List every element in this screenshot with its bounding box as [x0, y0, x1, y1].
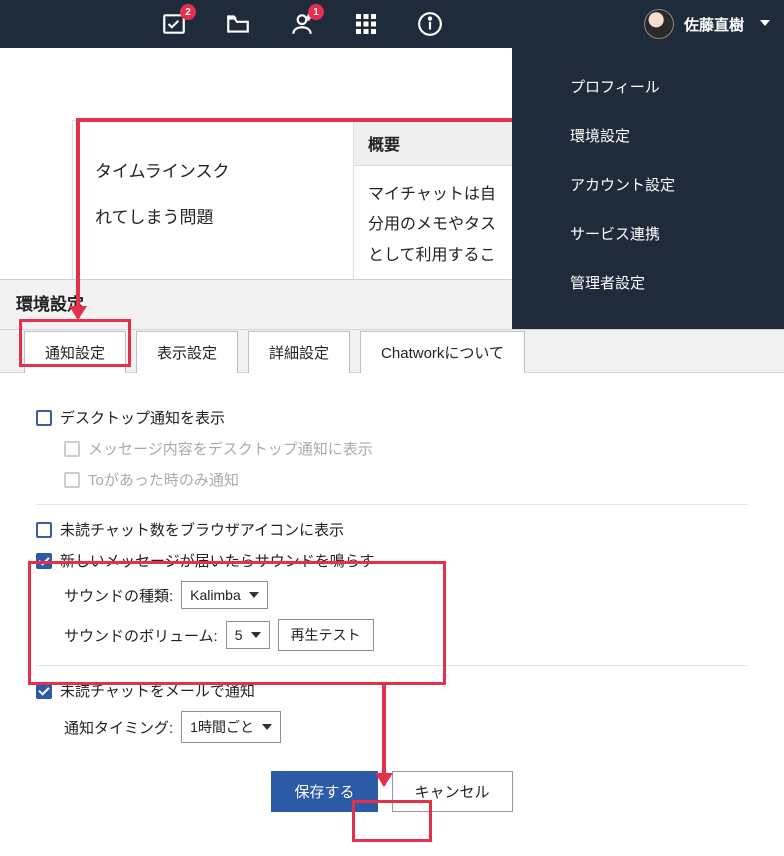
user-dropdown: プロフィール 環境設定 アカウント設定 サービス連携 管理者設定 [512, 48, 784, 329]
tasks-badge: 2 [180, 4, 196, 20]
menu-profile[interactable]: プロフィール [512, 62, 784, 111]
email-timing-row: 通知タイミング: 1時間ごと [64, 711, 748, 743]
dialog-tabs: 通知設定 表示設定 詳細設定 Chatworkについて [0, 330, 784, 373]
separator [36, 665, 748, 666]
checkbox-browser-badge[interactable] [36, 522, 52, 538]
opt-email-row[interactable]: 未読チャットをメールで通知 [36, 680, 748, 701]
info-icon[interactable] [416, 10, 444, 38]
opt-desktop-sub2-label: Toがあった時のみ通知 [88, 469, 239, 490]
contact-badge: 1 [308, 4, 324, 20]
sound-type-row: サウンドの種類: Kalimba [64, 581, 748, 609]
app-header: 2 1 佐藤直樹 プロフィール 環境設定 アカウント設定 サービス連携 管理者設… [0, 0, 784, 48]
opt-desktop-sub1-label: メッセージ内容をデスクトップ通知に表示 [88, 438, 373, 459]
apps-grid-icon[interactable] [352, 10, 380, 38]
play-test-button[interactable]: 再生テスト [278, 619, 374, 651]
email-timing-label: 通知タイミング: [64, 717, 173, 738]
tab-about[interactable]: Chatworkについて [360, 331, 525, 373]
checkbox-email[interactable] [36, 683, 52, 699]
add-contact-icon[interactable]: 1 [288, 10, 316, 38]
separator [36, 504, 748, 505]
tab-advanced[interactable]: 詳細設定 [248, 331, 350, 373]
sound-type-label: サウンドの種類: [64, 585, 173, 606]
menu-preferences[interactable]: 環境設定 [512, 111, 784, 160]
opt-sound-row[interactable]: 新しいメッセージが届いたらサウンドを鳴らす [36, 550, 748, 571]
opt-desktop-sub1-row: メッセージ内容をデスクトップ通知に表示 [64, 438, 748, 459]
checkbox-desktop-content[interactable] [64, 441, 80, 457]
dialog-body: デスクトップ通知を表示 メッセージ内容をデスクトップ通知に表示 Toがあった時の… [0, 373, 784, 761]
opt-desktop-sub2-row: Toがあった時のみ通知 [64, 469, 748, 490]
avatar [644, 9, 674, 39]
opt-badge-label: 未読チャット数をブラウザアイコンに表示 [60, 519, 344, 540]
preferences-dialog: 環境設定 通知設定 表示設定 詳細設定 Chatworkについて デスクトップ通… [0, 279, 784, 830]
checkbox-sound[interactable] [36, 553, 52, 569]
bg-left: タイムラインスク れてしまう問題 [73, 121, 353, 279]
checkbox-desktop[interactable] [36, 410, 52, 426]
annotation-arrow-h [78, 118, 551, 122]
email-timing-select[interactable]: 1時間ごと [181, 711, 281, 743]
opt-desktop-row[interactable]: デスクトップ通知を表示 [36, 407, 748, 428]
opt-sound-label: 新しいメッセージが届いたらサウンドを鳴らす [60, 550, 374, 571]
bg-left-line1: タイムラインスク [95, 149, 333, 195]
opt-email-label: 未読チャットをメールで通知 [60, 680, 255, 701]
header-toolbar: 2 1 [160, 10, 444, 38]
menu-integrations[interactable]: サービス連携 [512, 209, 784, 258]
folder-icon[interactable] [224, 10, 252, 38]
cancel-button[interactable]: キャンセル [392, 771, 513, 812]
opt-desktop-label: デスクトップ通知を表示 [60, 407, 225, 428]
tasks-icon[interactable]: 2 [160, 10, 188, 38]
chevron-down-icon [760, 20, 770, 26]
sound-type-select[interactable]: Kalimba [181, 581, 268, 609]
tab-notifications[interactable]: 通知設定 [24, 331, 126, 373]
annotation-arrow-v1 [76, 118, 80, 318]
menu-admin[interactable]: 管理者設定 [512, 258, 784, 307]
menu-account[interactable]: アカウント設定 [512, 160, 784, 209]
annotation-arrow-v2 [382, 685, 386, 785]
save-button[interactable]: 保存する [271, 771, 377, 812]
sound-volume-select[interactable]: 5 [226, 621, 270, 649]
opt-badge-row[interactable]: 未読チャット数をブラウザアイコンに表示 [36, 519, 748, 540]
checkbox-desktop-to[interactable] [64, 472, 80, 488]
dialog-buttons: 保存する キャンセル [0, 761, 784, 830]
sound-volume-row: サウンドのボリューム: 5 再生テスト [64, 619, 748, 651]
bg-left-line2: れてしまう問題 [95, 195, 333, 241]
user-menu-trigger[interactable]: 佐藤直樹 [632, 0, 784, 48]
sound-volume-label: サウンドのボリューム: [64, 625, 218, 646]
tab-display[interactable]: 表示設定 [136, 331, 238, 373]
username: 佐藤直樹 [684, 14, 744, 35]
